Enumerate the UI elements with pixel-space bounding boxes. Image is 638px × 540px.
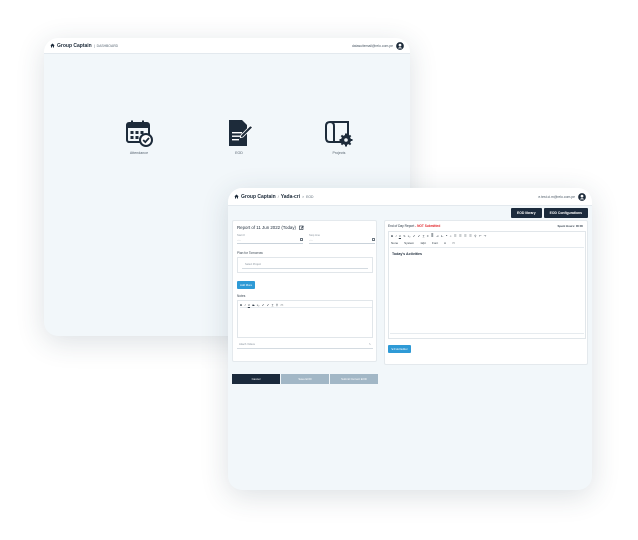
cancel-button[interactable]: Cancel bbox=[232, 374, 280, 384]
eod-library-button[interactable]: EOD library bbox=[510, 208, 542, 218]
align-left-icon[interactable]: ☰ bbox=[454, 234, 457, 238]
list-ordered-icon[interactable]: ≡ bbox=[427, 234, 429, 238]
action-bar: Cancel Save EOD Submit Current EOD bbox=[232, 374, 378, 384]
eod-configuration-button[interactable]: EOD Configurations bbox=[543, 208, 588, 218]
align-right-icon[interactable]: ☰ bbox=[464, 234, 467, 238]
editor-statusbar bbox=[390, 333, 584, 337]
outdent-icon[interactable]: ⇤ bbox=[441, 234, 444, 238]
paperclip-icon[interactable]: ✎ bbox=[369, 343, 371, 346]
clock-icon bbox=[300, 238, 303, 241]
link-icon[interactable]: ⚲ bbox=[276, 303, 278, 307]
notes-heading: Notes bbox=[237, 294, 246, 298]
italic-icon[interactable]: I bbox=[245, 303, 246, 307]
eod-status: NOT Submitted bbox=[417, 224, 441, 228]
brand-name: Group Captain bbox=[57, 42, 92, 49]
section-label: DASHBOARD bbox=[96, 43, 119, 48]
code-icon[interactable]: ⌗ bbox=[450, 234, 452, 238]
header-buttons: EOD library EOD Configurations bbox=[510, 208, 588, 218]
notes-editor[interactable]: B I U S x₂ ✔ ✔ T̲ ⚲ ▭ bbox=[237, 300, 373, 338]
document-edit-icon bbox=[229, 120, 254, 146]
underline-icon[interactable]: U bbox=[248, 303, 250, 307]
breadcrumb-project[interactable]: Yada-cri bbox=[281, 194, 300, 200]
image-icon[interactable]: ▭ bbox=[452, 241, 455, 245]
brand-name: Group Captain bbox=[241, 193, 276, 200]
link-icon[interactable]: ⚲ bbox=[474, 234, 476, 238]
check-icon[interactable]: ✔ bbox=[262, 303, 265, 307]
font-select[interactable]: System bbox=[404, 241, 414, 245]
image-icon[interactable]: ▭ bbox=[280, 303, 283, 307]
brand[interactable]: Group Captain / Yada-cri > EOD bbox=[234, 194, 314, 200]
blueprint-gear-icon bbox=[325, 121, 353, 147]
list-bullet-icon[interactable]: ≣ bbox=[431, 234, 434, 238]
home-icon bbox=[234, 194, 239, 199]
add-more-button[interactable]: Add More bbox=[237, 281, 256, 289]
quote-icon[interactable]: ❝ bbox=[446, 234, 448, 238]
module-tiles: Attendance EOD Projects bbox=[114, 118, 364, 155]
subscript-icon[interactable]: x₂ bbox=[408, 234, 411, 238]
bold-icon[interactable]: B bbox=[391, 234, 393, 238]
tile-label: EOD bbox=[235, 151, 243, 155]
size-select[interactable]: 12pt bbox=[420, 241, 426, 245]
bold-icon[interactable]: B bbox=[240, 303, 242, 307]
tile-label: Projects bbox=[332, 151, 346, 155]
align-justify-icon[interactable]: ☰ bbox=[469, 234, 472, 238]
eod-heading: End of Day Report - NOT Submitted bbox=[388, 224, 441, 228]
breadcrumb-eod: EOD bbox=[306, 194, 314, 199]
format-clear-icon[interactable]: T̲ bbox=[272, 303, 274, 307]
check-icon[interactable]: ✔ bbox=[267, 303, 270, 307]
redo-icon[interactable]: ↷ bbox=[484, 234, 487, 238]
stop-time-field[interactable]: Stop time --:-- bbox=[309, 234, 375, 244]
tile-label: Attendance bbox=[129, 151, 149, 155]
eod-topbar: Group Captain / Yada-cri > EOD e.test.ci… bbox=[228, 188, 592, 206]
underline-icon[interactable]: U bbox=[399, 234, 401, 238]
submit-eod-button[interactable]: Submit Current EOD bbox=[330, 374, 378, 384]
indent-icon[interactable]: ⇥ bbox=[436, 234, 439, 238]
align-center-icon[interactable]: ☰ bbox=[459, 234, 462, 238]
calendar-check-icon bbox=[126, 120, 153, 147]
tile-attendance[interactable]: Attendance bbox=[114, 118, 164, 155]
eod-editor[interactable]: B I U S x₂ ✔ ✔ T̲ ≡ ≣ ⇥ ⇤ ❝ ⌗ ☰ ☰ ☰ ☰ ⚲ … bbox=[388, 231, 586, 339]
brand[interactable]: Group Captain | DASHBOARD bbox=[50, 43, 118, 49]
user-avatar-icon[interactable] bbox=[578, 192, 586, 201]
start-time-field[interactable]: Start # --:-- bbox=[237, 234, 303, 244]
account-area[interactable]: e.test.ci.m@relo.com.pe bbox=[538, 192, 586, 201]
style-select[interactable]: None bbox=[391, 241, 398, 245]
italic-icon[interactable]: I bbox=[396, 234, 397, 238]
plan-box: Select Project bbox=[237, 257, 373, 273]
check-icon[interactable]: ✔ bbox=[413, 234, 416, 238]
report-title: Report of 11 Jun 2022 (Today) bbox=[237, 225, 304, 230]
home-icon bbox=[50, 43, 55, 48]
account-email: e.test.ci.m@relo.com.pe bbox=[538, 194, 575, 199]
activities-heading: Today's Activities bbox=[392, 252, 423, 256]
eod-toolbar-2: None System 12pt Font A ▭ bbox=[391, 240, 455, 246]
strike-icon[interactable]: S bbox=[252, 303, 254, 307]
attach-videos-input[interactable]: Attach Videos ✎ bbox=[237, 343, 373, 349]
dashboard-topbar: Group Captain | DASHBOARD datasuitemail@… bbox=[44, 38, 410, 54]
calendar-edit-icon[interactable] bbox=[299, 225, 304, 230]
eod-window: Group Captain / Yada-cri > EOD e.test.ci… bbox=[228, 188, 592, 490]
account-area[interactable]: datasuitemail@relo.com.pe bbox=[351, 41, 404, 50]
user-avatar-icon[interactable] bbox=[396, 41, 404, 50]
spent-hours: Spent Hours: 00:00 bbox=[557, 224, 584, 228]
format-select[interactable]: Font bbox=[432, 241, 438, 245]
fold-editor-button[interactable]: ⇲ Fold Editor bbox=[388, 345, 411, 353]
check-icon[interactable]: ✔ bbox=[418, 234, 421, 238]
undo-icon[interactable]: ↶ bbox=[479, 234, 482, 238]
plan-heading: Plan for Tomorrow bbox=[237, 251, 263, 255]
tile-eod[interactable]: EOD bbox=[214, 118, 264, 155]
eod-toolbar-1: B I U S x₂ ✔ ✔ T̲ ≡ ≣ ⇥ ⇤ ❝ ⌗ ☰ ☰ ☰ ☰ ⚲ … bbox=[391, 233, 486, 239]
format-clear-icon[interactable]: T̲ bbox=[423, 234, 425, 238]
text-color-icon[interactable]: A bbox=[444, 241, 446, 245]
clock-icon bbox=[372, 238, 375, 241]
eod-report-panel: End of Day Report - NOT Submitted Spent … bbox=[384, 220, 588, 365]
project-select[interactable]: Select Project bbox=[242, 262, 368, 269]
tile-projects[interactable]: Projects bbox=[314, 118, 364, 155]
report-panel: Report of 11 Jun 2022 (Today) Start # --… bbox=[232, 220, 377, 362]
account-email: datasuitemail@relo.com.pe bbox=[351, 43, 393, 48]
strike-icon[interactable]: S bbox=[403, 234, 405, 238]
notes-toolbar: B I U S x₂ ✔ ✔ T̲ ⚲ ▭ bbox=[240, 302, 372, 308]
subscript-icon[interactable]: x₂ bbox=[257, 303, 260, 307]
save-eod-button[interactable]: Save EOD bbox=[281, 374, 329, 384]
